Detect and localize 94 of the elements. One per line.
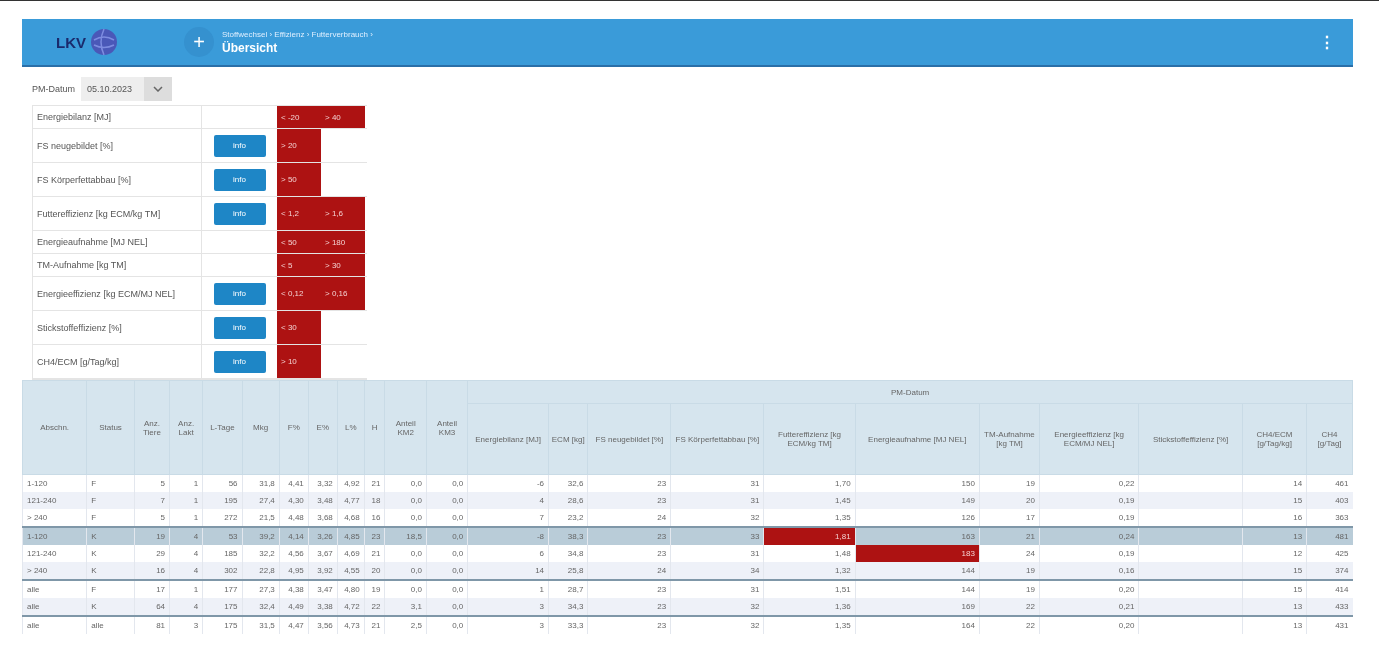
breadcrumb: Stoffwechsel › Effizienz › Futterverbrauch › [222, 29, 374, 39]
threshold-limit: < 1,2 [277, 197, 321, 230]
threshold-limit: < -20 [277, 106, 321, 128]
column-header: Energiebilanz [MJ] [467, 403, 549, 475]
table-cell: 164 [855, 616, 980, 634]
table-row[interactable]: alle F 17 1 177 27,3 4,38 3,47 4,80 19 0,0 0,0 1 28,7 23 31 1,51 144 19 0,20 15 414 [22, 580, 1353, 598]
threshold-limit: < 30 [277, 311, 321, 344]
column-header: Anz. Tiere [134, 380, 170, 475]
threshold-limit: < 0,12 [277, 277, 321, 310]
threshold-label: Energiebilanz [MJ] [36, 112, 113, 122]
table-cell: 33,3 [548, 616, 588, 634]
date-label: PM-Datum [32, 84, 75, 94]
info-button[interactable]: info [213, 168, 266, 191]
threshold-label: Energieeffizienz [kg ECM/MJ NEL] [36, 288, 176, 299]
table-cell: 0,0 [426, 616, 468, 634]
info-button[interactable]: info [213, 282, 266, 305]
column-header: Futtereffizienz [kg ECM/kg TM] [763, 403, 856, 475]
table-row[interactable]: > 240 K 16 4 302 22,8 4,95 3,92 4,55 20 0,0 0,0 14 25,8 24 34 1,32 144 19 0,16 15 374 [22, 562, 1353, 580]
threshold-label: FS neugebildet [%] [36, 140, 115, 151]
table-row[interactable]: alle K 64 4 175 32,4 4,49 3,38 4,72 22 3,1 0,0 3 34,3 23 32 1,36 169 22 0,21 13 433 [22, 598, 1353, 616]
column-header: L% [337, 380, 365, 475]
info-button[interactable]: info [213, 316, 266, 339]
logo: LKV [56, 33, 86, 51]
column-header: FS Körperfettabbau [%] [670, 403, 764, 475]
column-header: ECM [kg] [548, 403, 588, 475]
table-cell: 3 [467, 616, 549, 634]
table-cell: alle [22, 616, 87, 634]
column-header: Anz. Lakt [169, 380, 203, 475]
globe-icon [90, 28, 118, 56]
threshold-limit: > 180 [321, 231, 365, 253]
column-header: Anteil KM3 [426, 380, 468, 475]
table-cell: alle [86, 616, 135, 634]
table-cell: 23 [587, 616, 671, 634]
table-cell: 13 [1242, 616, 1307, 634]
column-header: FS neugebildet [%] [587, 403, 671, 475]
info-button[interactable]: info [213, 350, 266, 373]
threshold-limit: > 40 [321, 106, 365, 128]
alert-cell: 1,81 [763, 527, 856, 545]
table-row[interactable]: 121-240 K 29 4 185 32,2 4,56 3,67 4,69 21 0,0 0,0 6 34,8 23 31 1,48 183 24 0,19 12 425 [22, 545, 1353, 562]
date-select[interactable]: 05.10.2023 [81, 77, 173, 101]
chevron-down-icon [153, 86, 164, 92]
table-cell: 1,35 [763, 616, 856, 634]
column-header: Stickstoffeffizienz [%] [1138, 403, 1243, 475]
threshold-limit: > 10 [277, 345, 321, 378]
table-row[interactable]: 1-120 K 19 4 53 39,2 4,14 3,26 4,85 23 18,5 0,0 -8 38,3 23 33 1,81 163 21 0,24 13 481 [22, 527, 1353, 545]
column-header: F% [279, 380, 309, 475]
column-header: TM-Aufnahme [kg TM] [979, 403, 1040, 475]
menu-button[interactable]: ⋮ [1315, 32, 1339, 52]
column-header: Anteil KM2 [384, 380, 427, 475]
threshold-limit: < 50 [277, 231, 321, 253]
column-group-header: PM-Datum [467, 380, 1353, 404]
threshold-label: CH4/ECM [g/Tag/kg] [36, 356, 121, 367]
threshold-limit: > 30 [321, 254, 365, 276]
table-cell: 31,5 [242, 616, 280, 634]
column-header: Energieaufnahme [MJ NEL] [855, 403, 980, 475]
threshold-limit: < 5 [277, 254, 321, 276]
column-header: Mkg [242, 380, 280, 475]
threshold-label: Energieaufnahme [MJ NEL] [36, 237, 149, 247]
column-header: Energieeffizienz [kg ECM/MJ NEL] [1039, 403, 1139, 475]
column-header: H [364, 380, 385, 475]
add-button[interactable]: + [184, 27, 214, 57]
page-title: Übersicht [222, 40, 279, 55]
table-cell: 4,73 [337, 616, 365, 634]
table-cell: 3 [169, 616, 203, 634]
table-cell: 22 [979, 616, 1040, 634]
threshold-label: Futtereffizienz [kg ECM/kg TM] [36, 208, 162, 219]
threshold-limit: > 20 [277, 129, 321, 162]
alert-cell: 183 [855, 545, 980, 562]
column-header: CH4 [g/Tag] [1306, 403, 1353, 475]
table-row[interactable]: 121-240 F 7 1 195 27,4 4,30 3,48 4,77 18 0,0 0,0 4 28,6 23 31 1,45 149 20 0,19 15 403 [22, 492, 1353, 509]
column-header: E% [308, 380, 338, 475]
column-header: Abschn. [22, 380, 87, 475]
table-cell: 175 [202, 616, 243, 634]
threshold-limit: > 50 [277, 163, 321, 196]
table-cell: 0,20 [1039, 616, 1139, 634]
threshold-limit: > 1,6 [321, 197, 365, 230]
threshold-label: FS Körperfettabbau [%] [36, 174, 133, 185]
table-cell: 32 [670, 616, 764, 634]
table-cell: 3,56 [308, 616, 338, 634]
table-cell: 431 [1306, 616, 1353, 634]
column-header: L-Tage [202, 380, 243, 475]
column-header: Status [86, 380, 135, 475]
table-row[interactable]: alle alle 81 3 175 31,5 4,47 3,56 4,73 21 2,5 0,0 3 33,3 23 32 1,35 164 22 0,20 13 431 [22, 616, 1353, 634]
threshold-limit: > 0,16 [321, 277, 365, 310]
threshold-label: TM-Aufnahme [kg TM] [36, 260, 128, 270]
table-cell: 81 [134, 616, 170, 634]
threshold-label: Stickstoffeffizienz [%] [36, 322, 123, 333]
table-cell: 4,47 [279, 616, 309, 634]
info-button[interactable]: info [213, 134, 266, 157]
table-cell: 2,5 [384, 616, 427, 634]
table-cell: 21 [364, 616, 385, 634]
column-header: CH4/ECM [g/Tag/kg] [1242, 403, 1307, 475]
table-row[interactable]: > 240 F 5 1 272 21,5 4,48 3,68 4,68 16 0,0 0,0 7 23,2 24 32 1,35 126 17 0,19 16 363 [22, 509, 1353, 527]
info-button[interactable]: info [213, 202, 266, 225]
